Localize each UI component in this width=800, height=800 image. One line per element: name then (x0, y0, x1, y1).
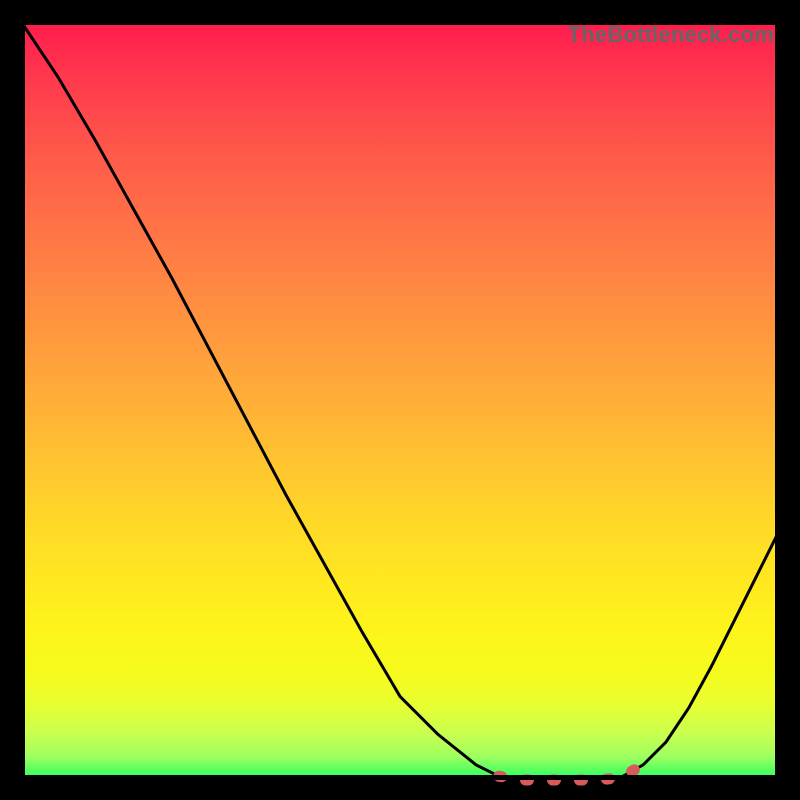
watermark-text: TheBottleneck.com (568, 22, 774, 48)
chart-frame: TheBottleneck.com (20, 20, 780, 780)
curve-svg (20, 20, 780, 780)
bottleneck-curve (20, 20, 780, 780)
plot-area (20, 20, 780, 780)
